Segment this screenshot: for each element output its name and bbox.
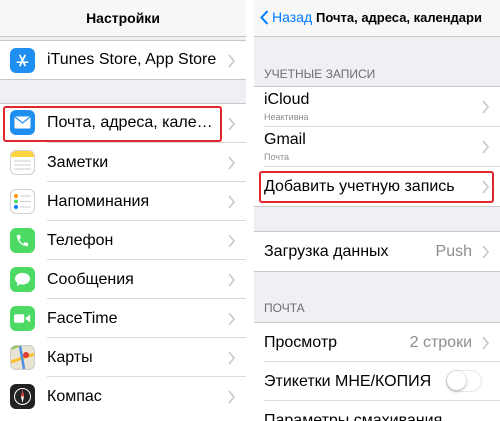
notes-icon <box>10 150 35 175</box>
settings-item-compass[interactable]: Компас <box>0 377 246 416</box>
account-status: Неактивна <box>264 112 309 122</box>
settings-item-maps[interactable]: Карты <box>0 338 246 377</box>
chevron-left-icon <box>260 9 269 25</box>
mail-settings-panel: Назад Почта, адреса, календари УЧЕТНЫЕ З… <box>254 0 500 421</box>
maps-icon <box>10 345 35 370</box>
account-name: Gmail <box>264 131 306 148</box>
fetch-data-label: Загрузка данных <box>264 243 389 260</box>
chevron-right-icon <box>482 100 490 114</box>
chevron-right-icon <box>228 54 236 68</box>
page-title: Настройки <box>86 10 160 26</box>
settings-navbar: Настройки <box>0 0 246 37</box>
settings-item-label: Напоминания <box>47 193 150 210</box>
settings-item-reminders[interactable]: Напоминания <box>0 182 246 221</box>
section-header-mail: ПОЧТА <box>264 301 305 315</box>
toggle-knob <box>447 371 466 390</box>
swipe-options-row[interactable]: Параметры смахивания <box>254 401 500 421</box>
settings-item-label: Карты <box>47 349 93 366</box>
mail-options-group: Просмотр 2 строки Этикетки МНЕ/КОПИЯ Пар… <box>254 322 500 421</box>
settings-panel: Настройки iTunes Store, App Store Почта,… <box>0 0 246 421</box>
to-cc-toggle[interactable] <box>446 370 482 392</box>
to-cc-label: Этикетки МНЕ/КОПИЯ <box>264 373 432 390</box>
settings-item-messages[interactable]: Сообщения <box>0 260 246 299</box>
chevron-right-icon <box>228 117 236 131</box>
preview-value: 2 строки <box>409 334 472 351</box>
fetch-data-value: Push <box>435 243 472 260</box>
settings-item-label: Компас <box>47 388 102 405</box>
app-store-icon <box>10 48 35 73</box>
chevron-right-icon <box>482 140 490 154</box>
chevron-right-icon <box>482 245 490 259</box>
highlight-box <box>3 106 222 142</box>
highlight-box <box>259 171 494 203</box>
preview-label: Просмотр <box>264 334 338 351</box>
account-row-icloud[interactable]: iCloud Неактивна <box>254 87 500 127</box>
chevron-right-icon <box>482 336 490 350</box>
settings-item-label: Телефон <box>47 232 114 249</box>
chevron-right-icon <box>228 156 236 170</box>
mail-navbar: Назад Почта, адреса, календари <box>254 0 500 37</box>
account-row-gmail[interactable]: Gmail Почта <box>254 127 500 167</box>
to-cc-row: Этикетки МНЕ/КОПИЯ <box>254 362 500 401</box>
section-header-accounts: УЧЕТНЫЕ ЗАПИСИ <box>264 67 376 81</box>
swipe-options-label: Параметры смахивания <box>264 412 443 421</box>
fetch-data-row[interactable]: Загрузка данных Push <box>254 232 500 271</box>
account-name: iCloud <box>264 91 310 108</box>
chevron-right-icon <box>228 273 236 287</box>
page-title: Почта, адреса, календари <box>316 10 482 25</box>
compass-icon <box>10 384 35 409</box>
chevron-right-icon <box>228 390 236 404</box>
settings-item-itunes[interactable]: iTunes Store, App Store <box>0 41 246 79</box>
chevron-right-icon <box>228 234 236 248</box>
settings-item-label: FaceTime <box>47 310 118 327</box>
settings-item-phone[interactable]: Телефон <box>0 221 246 260</box>
preview-row[interactable]: Просмотр 2 строки <box>254 323 500 362</box>
account-status: Почта <box>264 152 289 162</box>
messages-icon <box>10 267 35 292</box>
reminders-icon <box>10 189 35 214</box>
back-label: Назад <box>272 9 313 25</box>
chevron-right-icon <box>228 351 236 365</box>
chevron-right-icon <box>228 312 236 326</box>
phone-icon <box>10 228 35 253</box>
fetch-group: Загрузка данных Push <box>254 231 500 272</box>
settings-item-notes[interactable]: Заметки <box>0 143 246 182</box>
settings-group-apps: Почта, адреса, кале… Заметки Напоминания <box>0 103 246 421</box>
settings-item-label: Заметки <box>47 154 109 171</box>
settings-item-label: iTunes Store, App Store <box>47 51 217 68</box>
back-button[interactable]: Назад <box>260 9 312 25</box>
facetime-icon <box>10 306 35 331</box>
settings-group-store: iTunes Store, App Store <box>0 40 246 80</box>
chevron-right-icon <box>228 195 236 209</box>
settings-item-facetime[interactable]: FaceTime <box>0 299 246 338</box>
settings-item-label: Сообщения <box>47 271 134 288</box>
